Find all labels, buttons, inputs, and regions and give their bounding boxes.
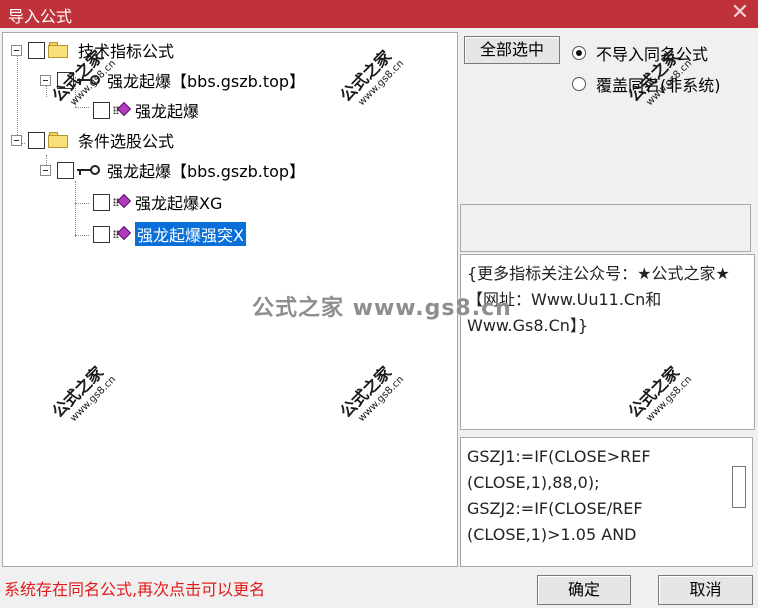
tree-node-formula[interactable]: 强龙起爆 bbox=[93, 97, 199, 123]
folder-icon bbox=[48, 42, 70, 58]
radio-label: 不导入同名公式 bbox=[596, 45, 709, 64]
formula-gem-icon bbox=[113, 225, 132, 242]
tree-node-formula-group[interactable]: 强龙起爆【bbs.gszb.top】 bbox=[40, 157, 305, 183]
formula-tree[interactable]: 技术指标公式 强龙起爆【bbs.gszb.top】 强龙起爆 条件选股公式 强龙… bbox=[2, 32, 458, 567]
tree-node-indicator-formulas[interactable]: 技术指标公式 bbox=[11, 37, 174, 63]
key-icon bbox=[77, 74, 101, 86]
tree-node-formula-selected[interactable]: 强龙起爆强突X bbox=[93, 221, 246, 247]
folder-icon bbox=[48, 132, 70, 148]
code-line: GSZJ2:=IF(CLOSE/REF bbox=[467, 499, 643, 518]
formula-description-text: {更多指标关注公众号：★公式之家★ 【网址：Www.Uu11.Cn和Www.Gs… bbox=[467, 264, 730, 335]
empty-field-box bbox=[460, 204, 751, 252]
collapse-toggle-icon[interactable] bbox=[40, 74, 51, 86]
formula-gem-icon bbox=[113, 193, 132, 210]
select-all-button[interactable]: 全部选中 bbox=[464, 36, 560, 64]
radio-button[interactable] bbox=[572, 77, 586, 91]
tree-node-label: 强龙起爆XG bbox=[135, 194, 223, 213]
radio-button-checked[interactable] bbox=[572, 46, 586, 60]
tree-node-formula[interactable]: 强龙起爆XG bbox=[93, 189, 222, 215]
tree-checkbox[interactable] bbox=[93, 101, 110, 119]
formula-gem-icon bbox=[113, 101, 132, 118]
collapse-toggle-icon[interactable] bbox=[11, 44, 22, 56]
tree-checkbox[interactable] bbox=[28, 41, 45, 59]
close-icon[interactable]: ✕ bbox=[728, 0, 752, 26]
window-title: 导入公式 bbox=[8, 7, 73, 26]
collapse-toggle-icon[interactable] bbox=[11, 134, 22, 146]
formula-description-box: {更多指标关注公众号：★公式之家★ 【网址：Www.Uu11.Cn和Www.Gs… bbox=[460, 254, 755, 430]
ok-button[interactable]: 确定 bbox=[537, 575, 631, 605]
tree-node-stock-selection-formulas[interactable]: 条件选股公式 bbox=[11, 127, 174, 153]
scrollbar-thumb[interactable] bbox=[732, 466, 746, 508]
tree-node-label: 强龙起爆【bbs.gszb.top】 bbox=[107, 162, 306, 181]
tree-checkbox[interactable] bbox=[93, 225, 110, 243]
tree-checkbox[interactable] bbox=[28, 131, 45, 149]
tree-node-formula-group[interactable]: 强龙起爆【bbs.gszb.top】 bbox=[40, 67, 305, 93]
tree-checkbox[interactable] bbox=[57, 161, 74, 179]
collapse-toggle-icon[interactable] bbox=[40, 164, 51, 176]
radio-no-import-same-name[interactable]: 不导入同名公式 bbox=[572, 41, 708, 65]
tree-node-label: 强龙起爆强突X bbox=[135, 222, 246, 246]
formula-code-box[interactable]: GSZJ1:=IF(CLOSE>REF (CLOSE,1),88,0); GSZ… bbox=[460, 437, 753, 567]
code-line: (CLOSE,1)>1.05 AND bbox=[467, 525, 637, 544]
title-bar: 导入公式 ✕ bbox=[0, 0, 758, 28]
cancel-button[interactable]: 取消 bbox=[658, 575, 753, 605]
radio-label: 覆盖同名(非系统) bbox=[596, 76, 721, 95]
tree-node-label: 强龙起爆 bbox=[135, 102, 200, 121]
formula-code: GSZJ1:=IF(CLOSE>REF (CLOSE,1),88,0); GSZ… bbox=[467, 444, 727, 548]
status-message: 系统存在同名公式,再次点击可以更名 bbox=[4, 580, 266, 599]
code-line: (CLOSE,1),88,0); bbox=[467, 473, 600, 492]
tree-checkbox[interactable] bbox=[57, 71, 74, 89]
tree-node-label: 条件选股公式 bbox=[78, 132, 175, 151]
tree-node-label: 强龙起爆【bbs.gszb.top】 bbox=[107, 72, 306, 91]
tree-node-label: 技术指标公式 bbox=[78, 42, 175, 61]
tree-checkbox[interactable] bbox=[93, 193, 110, 211]
code-line: GSZJ1:=IF(CLOSE>REF bbox=[467, 447, 651, 466]
radio-overwrite-same-name[interactable]: 覆盖同名(非系统) bbox=[572, 72, 721, 96]
key-icon bbox=[77, 164, 101, 176]
